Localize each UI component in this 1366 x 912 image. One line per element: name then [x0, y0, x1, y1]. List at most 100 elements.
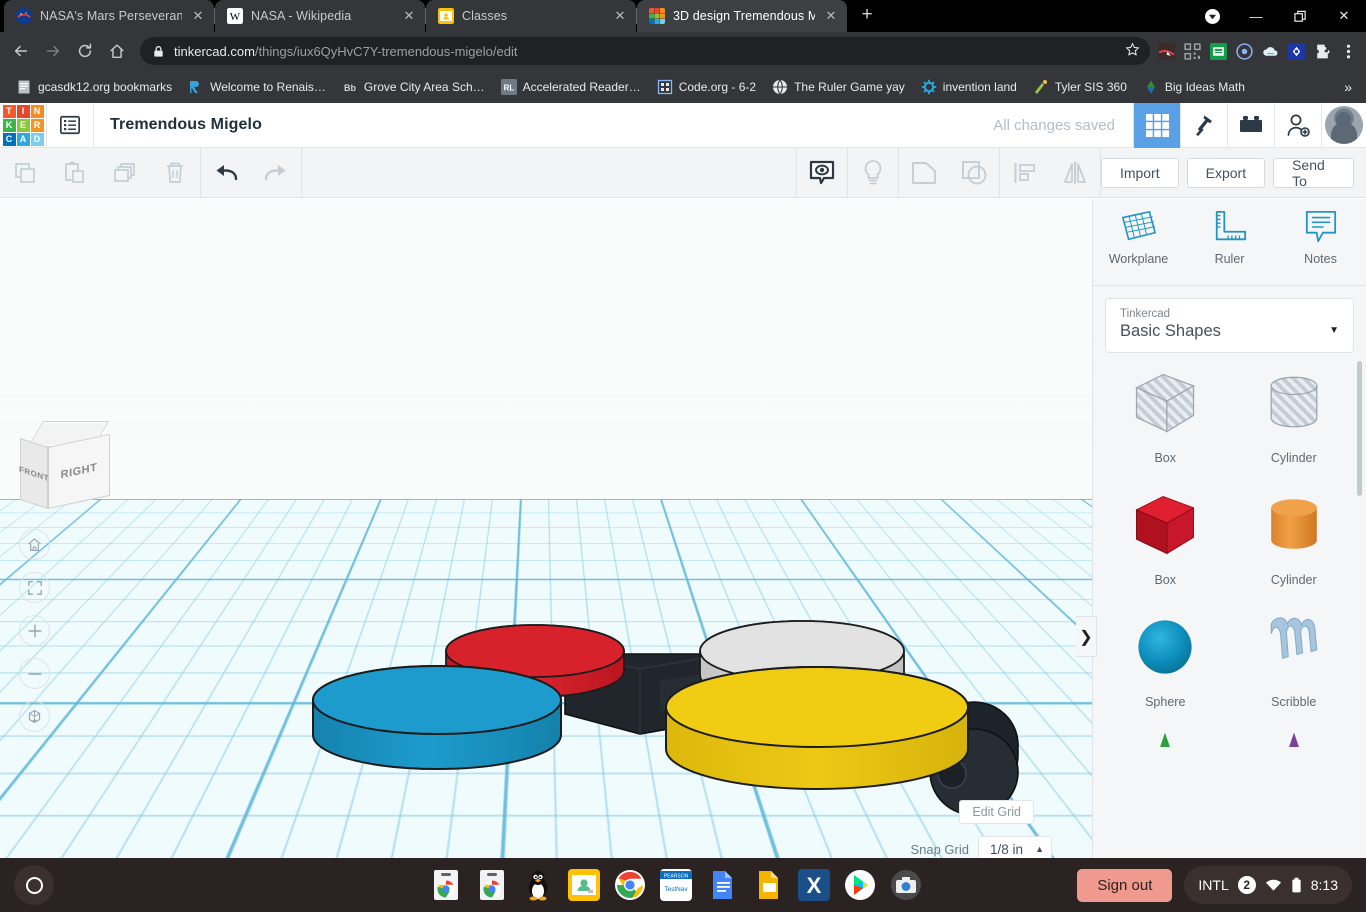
chrome-icon[interactable] [614, 869, 646, 901]
bookmark-item[interactable]: Code.org - 6-2 [649, 76, 764, 98]
shapes-scrollbar[interactable] [1357, 361, 1362, 496]
model-shapes-group[interactable] [0, 199, 1092, 912]
google-docs-icon[interactable] [706, 869, 738, 901]
browser-tab[interactable]: Classes ✕ [426, 0, 636, 32]
launcher-button[interactable] [14, 865, 54, 905]
shape-list[interactable]: Box Cylinder Box Cylinder Sphere Scribbl… [1093, 353, 1366, 912]
shape-item-partial[interactable] [1101, 731, 1230, 753]
cloud-icon[interactable] [1262, 43, 1279, 60]
browser-tab[interactable]: W NASA - Wikipedia ✕ [215, 0, 425, 32]
page-title[interactable]: Tremendous Migelo [94, 116, 262, 134]
qr-code-icon[interactable] [1184, 42, 1201, 60]
light-button[interactable] [848, 148, 898, 198]
codeblocks-button[interactable] [1180, 102, 1227, 148]
ruler-tool[interactable]: Ruler [1184, 209, 1275, 281]
tab-close-icon[interactable]: ✕ [823, 8, 839, 24]
align-button[interactable] [1000, 148, 1050, 198]
google-slides-icon[interactable] [752, 869, 784, 901]
bookmark-star-icon[interactable] [1125, 42, 1140, 60]
ungroup-button[interactable] [949, 148, 999, 198]
status-tray[interactable]: INTL 2 8:13 [1184, 866, 1352, 904]
home-view-button[interactable] [19, 529, 50, 560]
tab-close-icon[interactable]: ✕ [190, 8, 206, 24]
shape-library-select[interactable]: Tinkercad Basic Shapes ▼ [1105, 298, 1354, 353]
mirror-button[interactable] [1050, 148, 1100, 198]
export-button[interactable]: Export [1186, 157, 1266, 188]
browser-tab[interactable]: NASA's Mars Perseverance Rove ✕ [4, 0, 214, 32]
3d-viewport[interactable]: FRONT RIGHT Edit Grid Snap Grid 1/8 in ▲ [0, 199, 1092, 912]
back-button[interactable] [6, 36, 36, 66]
reload-button[interactable] [70, 36, 100, 66]
diamond-icon[interactable] [1288, 42, 1305, 60]
zoom-in-button[interactable] [19, 615, 50, 646]
grid-view-button[interactable] [1133, 102, 1180, 148]
bookmark-item[interactable]: Tyler SIS 360 [1025, 76, 1135, 98]
play-store-icon[interactable] [844, 869, 876, 901]
panel-collapse-button[interactable]: ❯ [1076, 616, 1097, 657]
shape-item-partial[interactable] [1230, 731, 1359, 753]
target-icon[interactable] [1236, 42, 1253, 60]
bookmarks-overflow-button[interactable]: » [1338, 79, 1358, 95]
chrome-shortcut-icon-2[interactable] [476, 869, 508, 901]
camera-icon[interactable] [890, 869, 922, 901]
redo-button[interactable] [251, 148, 301, 198]
shape-item-scribble[interactable]: Scribble [1230, 609, 1359, 709]
download-indicator-icon[interactable] [1190, 0, 1234, 32]
view-cube-right-face[interactable]: RIGHT [48, 433, 110, 509]
undo-button[interactable] [201, 148, 251, 198]
bookmark-item[interactable]: gcasdk12.org bookmarks [8, 76, 180, 98]
read-write-icon[interactable] [1210, 42, 1227, 60]
excel-icon[interactable]: X [797, 869, 830, 901]
sign-out-button[interactable]: Sign out [1077, 868, 1173, 902]
fit-to-view-button[interactable] [19, 572, 50, 603]
cylinder-blue[interactable] [312, 665, 562, 770]
minimize-button[interactable]: — [1234, 0, 1278, 32]
workplane-tool[interactable]: Workplane [1093, 209, 1184, 281]
tab-close-icon[interactable]: ✕ [612, 8, 628, 24]
address-bar[interactable]: tinkercad.com/things/iux6QyHvC7Y-tremend… [140, 37, 1150, 65]
new-tab-button[interactable]: + [853, 2, 881, 30]
close-button[interactable]: ✕ [1322, 0, 1366, 32]
bookmark-item[interactable]: Big Ideas Math [1135, 76, 1253, 98]
bookmark-item[interactable]: The Ruler Game yay [764, 76, 913, 98]
shape-item-box-red[interactable]: Box [1101, 487, 1230, 587]
delete-button[interactable] [150, 148, 200, 198]
shape-item-box-hole[interactable]: Box [1101, 365, 1230, 465]
bookmark-item[interactable]: invention land [913, 76, 1025, 98]
user-account-button[interactable] [1321, 102, 1366, 148]
puzzle-piece-icon[interactable] [1314, 43, 1331, 60]
tux-linux-icon[interactable] [522, 869, 554, 901]
shape-item-cylinder-orange[interactable]: Cylinder [1230, 487, 1359, 587]
send-to-button[interactable]: Send To [1273, 157, 1354, 189]
google-classroom-icon[interactable] [567, 869, 600, 901]
invite-people-button[interactable] [1274, 102, 1321, 148]
show-hide-button[interactable] [797, 148, 847, 198]
pearson-testnav-icon[interactable]: PEARSON TestNav [659, 869, 692, 901]
screenshot-extension-icon[interactable] [1158, 42, 1175, 60]
cylinder-yellow[interactable] [665, 666, 969, 790]
paste-button[interactable] [50, 148, 100, 198]
forward-button[interactable] [38, 36, 68, 66]
tinkercad-logo[interactable]: T I N K E R C A D [0, 103, 46, 148]
project-menu-button[interactable] [47, 103, 93, 148]
view-cube[interactable]: FRONT RIGHT [19, 421, 112, 513]
edit-grid-button[interactable]: Edit Grid [959, 800, 1034, 824]
import-button[interactable]: Import [1100, 157, 1179, 188]
kebab-menu-icon[interactable] [1340, 43, 1357, 60]
bookmark-item[interactable]: RL Accelerated Reader… [493, 76, 649, 98]
home-button[interactable] [102, 36, 132, 66]
chrome-shortcut-icon[interactable] [430, 869, 462, 901]
maximize-button[interactable] [1278, 0, 1322, 32]
browser-tab-active[interactable]: 3D design Tremendous Migelo | ✕ [637, 0, 847, 32]
shape-item-cylinder-hole[interactable]: Cylinder [1230, 365, 1359, 465]
group-button[interactable] [899, 148, 949, 198]
zoom-out-button[interactable] [19, 658, 50, 689]
copy-button[interactable] [0, 148, 50, 198]
bookmark-item[interactable]: Bb Grove City Area Sch… [334, 76, 493, 98]
notes-tool[interactable]: Notes [1275, 209, 1366, 281]
view-cube-front-face[interactable]: FRONT [19, 437, 49, 509]
bricks-button[interactable] [1227, 102, 1274, 148]
ortho-perspective-button[interactable] [19, 701, 50, 732]
tab-close-icon[interactable]: ✕ [401, 8, 417, 24]
bookmark-item[interactable]: Welcome to Renais… [180, 76, 334, 98]
